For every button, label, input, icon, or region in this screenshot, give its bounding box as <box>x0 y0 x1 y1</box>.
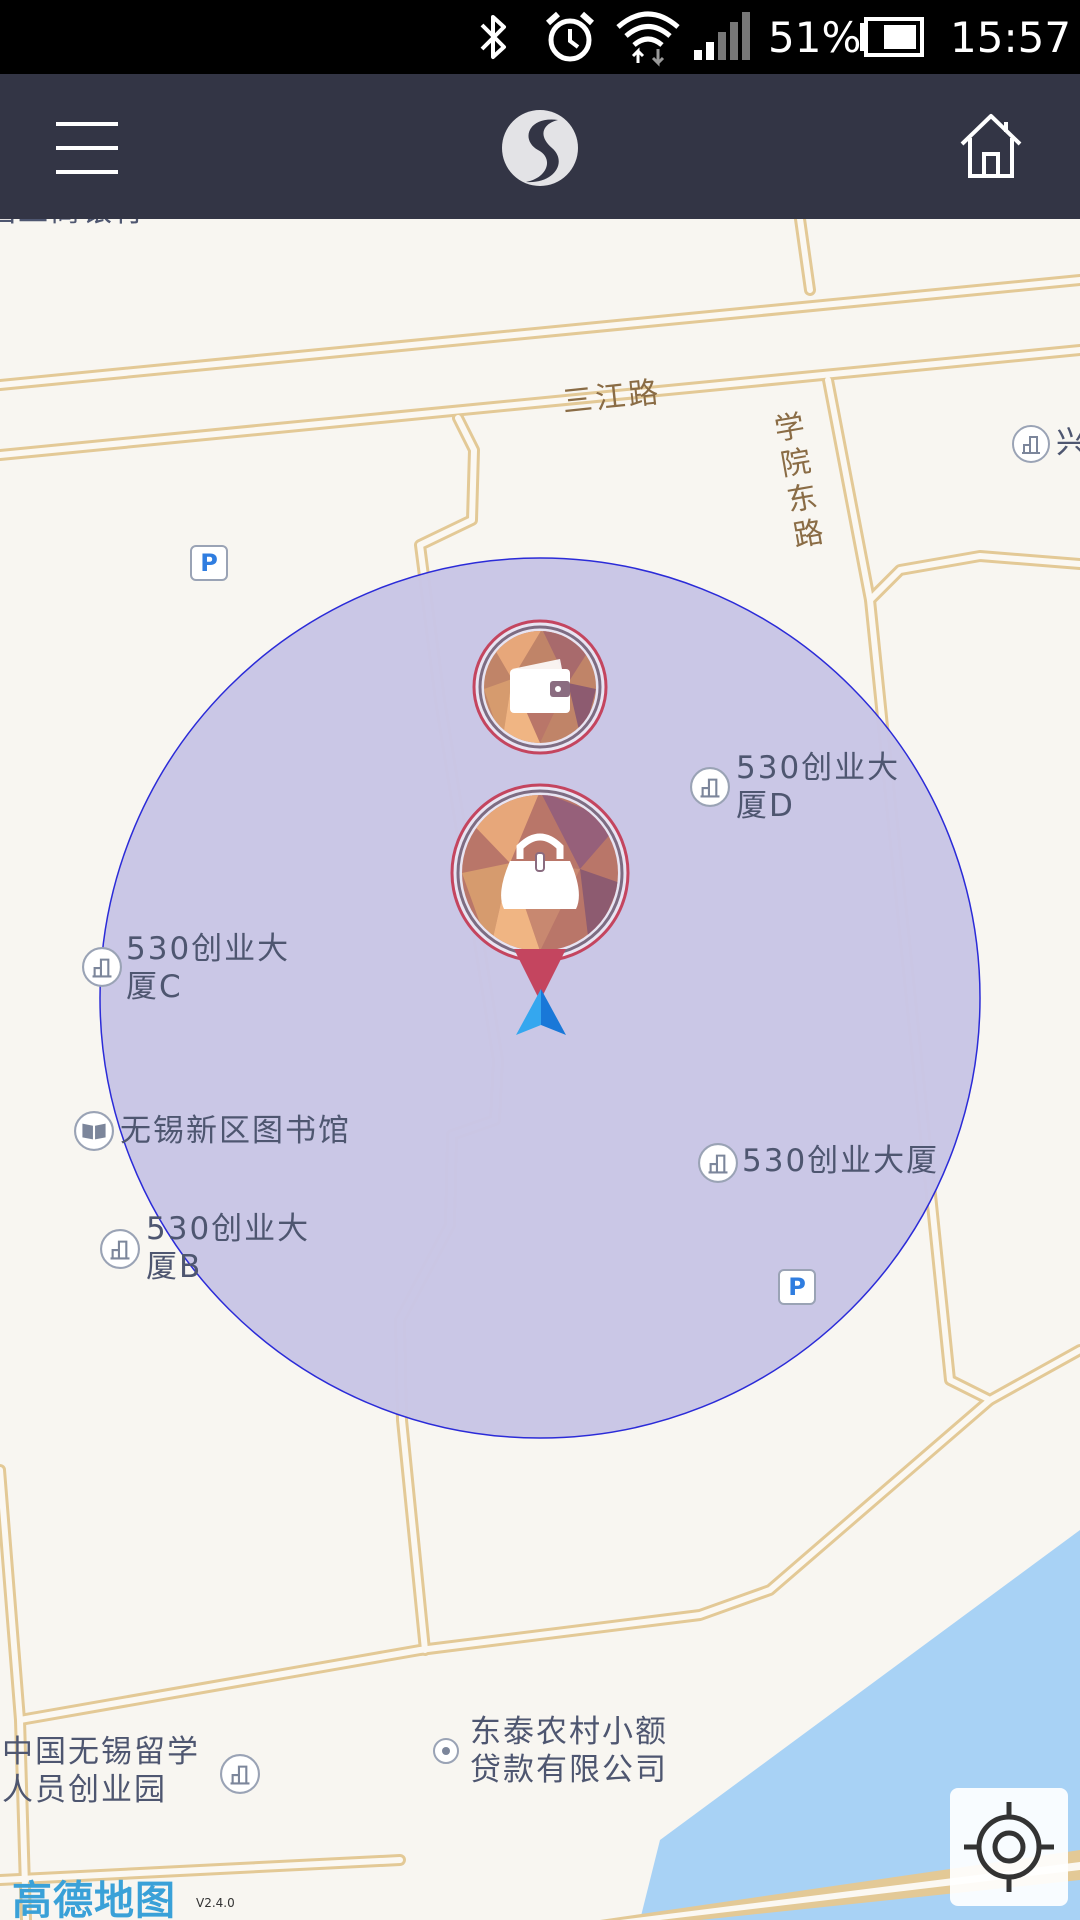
poi-label-530-c: 530创业大 厦C <box>126 931 291 1005</box>
wifi-icon <box>614 0 682 74</box>
amap-logo: 高德地图 <box>12 1878 176 1920</box>
poi-label-530-main: 530创业大厦 <box>742 1143 940 1179</box>
alarm-icon <box>542 0 598 74</box>
library-icon <box>74 1111 114 1155</box>
bluetooth-icon <box>474 0 514 74</box>
wallet-marker[interactable] <box>472 619 608 755</box>
building-icon <box>100 1229 140 1273</box>
building-icon <box>690 767 730 811</box>
poi-dot-icon <box>432 1737 460 1769</box>
poi-label-dongtai: 东泰农村小额 贷款有限公司 <box>470 1714 668 1788</box>
building-icon <box>698 1143 738 1187</box>
home-icon[interactable] <box>956 112 1026 180</box>
signal-icon <box>692 0 752 74</box>
building-icon <box>220 1754 260 1798</box>
app-logo-icon <box>498 106 582 190</box>
building-icon <box>1012 425 1050 467</box>
map-version: V2.4.0 <box>196 1896 235 1910</box>
map-view[interactable]: 三江路 学院东路 国工商银行 兴 P 530创业大 厦D 530创业大 厦C 无… <box>0 219 1080 1920</box>
building-icon <box>82 947 122 991</box>
poi-label-icbc: 国工商银行 <box>0 219 146 231</box>
battery-icon <box>858 0 926 74</box>
poi-label-530-b: 530创业大 厦B <box>146 1211 311 1285</box>
parking-icon: P <box>190 545 228 581</box>
road-network <box>0 219 1080 1920</box>
poi-label-library: 无锡新区图书馆 <box>120 1113 351 1149</box>
handbag-marker[interactable] <box>450 783 630 963</box>
poi-label-530-d: 530创业大 厦D <box>736 750 901 824</box>
navigation-arrow-icon <box>514 985 568 1041</box>
locate-crosshair-icon <box>964 1802 1054 1892</box>
hamburger-menu-icon[interactable] <box>52 118 122 178</box>
poi-label-xing: 兴 <box>1056 425 1080 461</box>
poi-label-overseas-park: 中国无锡留学 人员创业园 <box>2 1734 200 1808</box>
status-bar: 51% 15:57 <box>0 0 1080 74</box>
battery-percent: 51% <box>768 12 862 62</box>
clock: 15:57 <box>950 12 1072 62</box>
parking-icon: P <box>778 1269 816 1305</box>
locate-button[interactable] <box>950 1788 1068 1906</box>
app-header <box>0 74 1080 219</box>
